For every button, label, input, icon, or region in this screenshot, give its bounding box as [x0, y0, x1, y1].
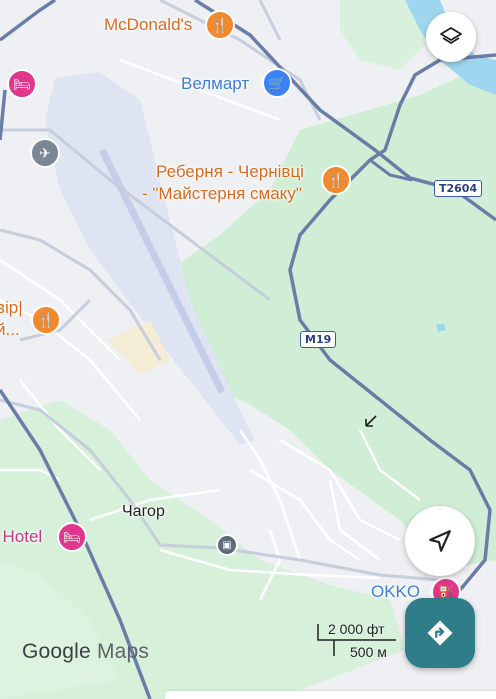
road-shield-m19: M19 — [300, 331, 337, 348]
my-location-button[interactable] — [405, 506, 475, 576]
fork-knife-icon[interactable]: 🍴 — [31, 305, 61, 335]
navigation-arrow-icon — [429, 530, 451, 552]
logo-google: Google — [22, 640, 91, 663]
scale-label-feet: 2 000 фт — [328, 621, 385, 637]
poi-label-left-line2[interactable]: й... — [0, 320, 20, 340]
poi-label-left-line1[interactable]: вір| — [0, 298, 23, 318]
map-canvas[interactable] — [0, 0, 496, 699]
airplane-icon[interactable]: ✈ — [30, 138, 60, 168]
scale-label-meters: 500 м — [350, 644, 387, 660]
logo-maps: Maps — [96, 640, 150, 663]
bus-stop-icon[interactable]: ▣ — [216, 534, 238, 556]
bed-icon[interactable]: 🛏 — [57, 522, 87, 552]
poi-label-reberna-line1[interactable]: Реберня - Чернівці — [156, 162, 304, 182]
bottom-sheet-handle[interactable] — [165, 691, 496, 699]
poi-label-okko[interactable]: OKKO — [371, 582, 420, 602]
poi-label-reberna-line2[interactable]: - "Майстерня смаку" — [142, 184, 302, 204]
forest-area-east — [165, 60, 496, 570]
poi-label-mcdonalds[interactable]: McDonald's — [104, 15, 192, 35]
place-label-chahor: Чагор — [122, 503, 165, 520]
fork-knife-icon[interactable]: 🍴 — [321, 165, 351, 195]
poi-label-velmart[interactable]: Велмарт — [181, 74, 249, 94]
bed-icon[interactable]: 🛏 — [7, 69, 37, 99]
fork-knife-icon[interactable]: 🍴 — [205, 10, 235, 40]
directions-icon — [427, 620, 453, 646]
google-maps-logo: Google Maps — [22, 640, 149, 664]
poi-label-hotel[interactable]: i Hotel — [0, 527, 42, 547]
shopping-cart-icon[interactable]: 🛒 — [262, 68, 292, 98]
layers-icon — [440, 27, 462, 44]
road-shield-t2604: T2604 — [434, 180, 483, 197]
layers-button[interactable] — [426, 12, 476, 62]
directions-button[interactable] — [405, 598, 475, 668]
